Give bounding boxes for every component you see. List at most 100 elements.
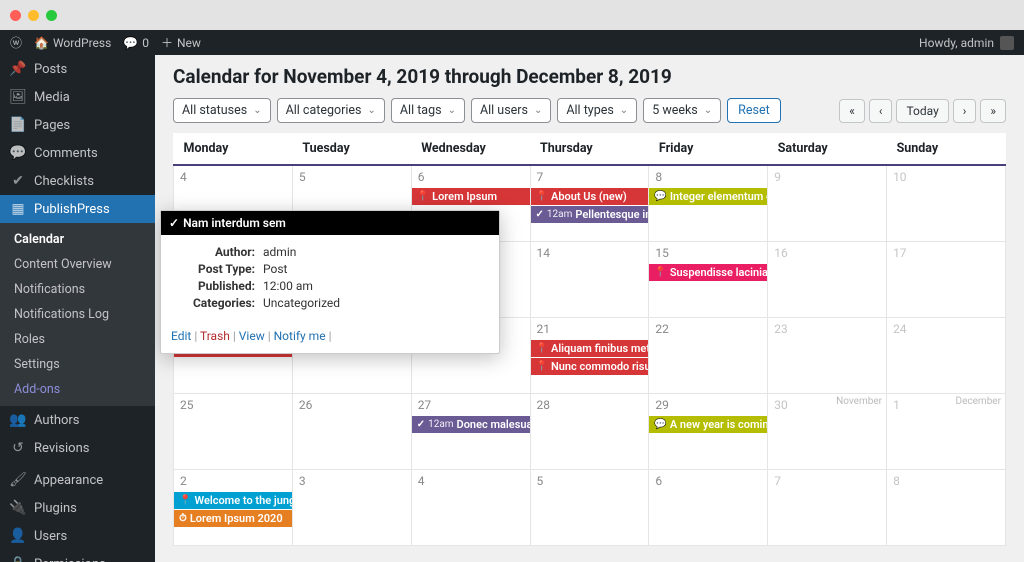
- calendar-cell[interactable]: 22: [649, 317, 768, 393]
- maximize-window-icon[interactable]: [46, 10, 57, 21]
- new-content-link[interactable]: ＋ New: [161, 34, 201, 51]
- calendar-cell[interactable]: 24: [887, 317, 1006, 393]
- calendar-cell[interactable]: 1December: [887, 393, 1006, 469]
- calendar-event[interactable]: 📍Aliquam finibus metus: [531, 340, 649, 357]
- calendar-event[interactable]: 📍Welcome to the jungle!: [174, 492, 292, 509]
- edit-link[interactable]: Edit: [171, 329, 191, 343]
- sidebar-item-media[interactable]: 🖼Media: [0, 83, 155, 111]
- sidebar-item-label: Plugins: [34, 501, 77, 516]
- sidebar-item-comments[interactable]: 💬Comments: [0, 139, 155, 167]
- calendar-event[interactable]: ⏱Lorem Ipsum 2020: [174, 510, 292, 527]
- calendar-event[interactable]: 📍About Us (new): [531, 188, 649, 205]
- calendar-cell[interactable]: 5: [530, 469, 649, 545]
- browser-chrome: [0, 0, 1024, 30]
- calendar-cell[interactable]: 26: [292, 393, 411, 469]
- site-link[interactable]: 🏠 WordPress: [34, 36, 111, 50]
- calendar-cell[interactable]: 15📍Suspendisse lacinia enim: [649, 241, 768, 317]
- calendar-event[interactable]: 📍Nunc commodo risus c...: [531, 358, 649, 375]
- calendar-cell[interactable]: 10: [887, 165, 1006, 241]
- avatar-icon: [1000, 36, 1014, 50]
- event-icon: 💬: [654, 191, 666, 202]
- calendar-cell[interactable]: 30November: [768, 393, 887, 469]
- sidebar-item-publishpress[interactable]: ▦ PublishPress: [0, 195, 155, 223]
- submenu-add-ons[interactable]: Add-ons: [0, 377, 155, 402]
- event-icon: ✓: [417, 419, 425, 430]
- menu-icon: 🔒: [10, 556, 26, 562]
- wp-logo-icon[interactable]: ⓦ: [10, 34, 22, 51]
- sidebar-item-authors[interactable]: 👥Authors: [0, 406, 155, 434]
- submenu-settings[interactable]: Settings: [0, 352, 155, 377]
- sidebar-item-plugins[interactable]: 🔌Plugins: [0, 494, 155, 522]
- calendar-event[interactable]: 💬A new year is coming!: [649, 416, 767, 433]
- day-number: 5: [293, 166, 411, 188]
- calendar-event[interactable]: ✓12amDonec malesuada: [412, 416, 530, 433]
- calendar-cell[interactable]: 23: [768, 317, 887, 393]
- popup-field-label: Published:: [175, 279, 255, 293]
- calendar-event[interactable]: 📍Lorem Ipsum: [412, 188, 530, 205]
- publishpress-icon: ▦: [10, 201, 26, 217]
- calendar-cell[interactable]: 14: [530, 241, 649, 317]
- sidebar-item-users[interactable]: 👤Users: [0, 522, 155, 550]
- event-icon: 📍: [417, 191, 429, 202]
- sidebar-item-checklists[interactable]: ✔Checklists: [0, 167, 155, 195]
- filter-statuses[interactable]: All statuses⌄: [173, 98, 271, 123]
- calendar-cell[interactable]: 2📍Welcome to the jungle!⏱Lorem Ipsum 202…: [174, 469, 293, 545]
- nav-prev-button[interactable]: ‹: [869, 99, 893, 123]
- calendar-cell[interactable]: 7: [768, 469, 887, 545]
- minimize-window-icon[interactable]: [28, 10, 39, 21]
- nav-last-button[interactable]: »: [980, 99, 1006, 123]
- calendar-cell[interactable]: 28: [530, 393, 649, 469]
- sidebar-item-appearance[interactable]: 🖌Appearance: [0, 466, 155, 494]
- calendar-cell[interactable]: 9: [768, 165, 887, 241]
- calendar-cell[interactable]: 7📍About Us (new)✓12amPellentesque in a..…: [530, 165, 649, 241]
- sidebar-item-posts[interactable]: 📌Posts: [0, 55, 155, 83]
- calendar-cell[interactable]: 17: [887, 241, 1006, 317]
- nav-today-button[interactable]: Today: [896, 99, 948, 123]
- trash-link[interactable]: Trash: [200, 329, 230, 343]
- calendar-cell[interactable]: 16: [768, 241, 887, 317]
- day-number: 3: [293, 470, 411, 492]
- submenu-calendar[interactable]: Calendar: [0, 227, 155, 252]
- sidebar-item-permissions[interactable]: 🔒Permissions: [0, 550, 155, 562]
- day-number: 25: [174, 394, 292, 416]
- calendar-cell[interactable]: 25: [174, 393, 293, 469]
- sidebar-item-pages[interactable]: 📄 Pages: [0, 111, 155, 139]
- submenu-roles[interactable]: Roles: [0, 327, 155, 352]
- notify-link[interactable]: Notify me: [274, 329, 326, 343]
- submenu-notifications[interactable]: Notifications: [0, 277, 155, 302]
- reset-button[interactable]: Reset: [727, 98, 781, 123]
- nav-next-button[interactable]: ›: [953, 99, 977, 123]
- calendar-cell[interactable]: 4: [411, 469, 530, 545]
- filter-types[interactable]: All types⌄: [557, 98, 637, 123]
- calendar-cell[interactable]: 27✓12amDonec malesuada: [411, 393, 530, 469]
- event-title: Suspendisse lacinia enim: [670, 266, 767, 279]
- nav-first-button[interactable]: «: [839, 99, 865, 123]
- event-title: Nunc commodo risus c...: [551, 360, 648, 373]
- calendar-event[interactable]: 💬Integer elementum ele...: [649, 188, 767, 205]
- sidebar-item-revisions[interactable]: ↺Revisions: [0, 434, 155, 462]
- calendar-cell[interactable]: 21📍Aliquam finibus metus📍Nunc commodo ri…: [530, 317, 649, 393]
- popup-field-label: Author:: [175, 245, 255, 259]
- filter-categories[interactable]: All categories⌄: [277, 98, 385, 123]
- calendar-cell[interactable]: 8: [887, 469, 1006, 545]
- filter-tags[interactable]: All tags⌄: [391, 98, 465, 123]
- event-title: Aliquam finibus metus: [551, 342, 648, 355]
- sidebar-item-label: Posts: [34, 62, 67, 77]
- filter-weeks[interactable]: 5 weeks⌄: [643, 98, 721, 123]
- comments-link[interactable]: 💬 0: [123, 36, 149, 50]
- submenu-notifications-log[interactable]: Notifications Log: [0, 302, 155, 327]
- filter-users[interactable]: All users⌄: [471, 98, 551, 123]
- calendar-cell[interactable]: 29💬A new year is coming!: [649, 393, 768, 469]
- submenu-content-overview[interactable]: Content Overview: [0, 252, 155, 277]
- menu-icon: 📄: [10, 117, 26, 133]
- calendar-event[interactable]: ✓12amPellentesque in a...: [531, 206, 649, 223]
- howdy-link[interactable]: Howdy, admin: [919, 36, 1014, 50]
- calendar-cell[interactable]: 8💬Integer elementum ele...: [649, 165, 768, 241]
- calendar-cell[interactable]: 3: [292, 469, 411, 545]
- calendar-cell[interactable]: 6: [649, 469, 768, 545]
- view-link[interactable]: View: [239, 329, 265, 343]
- close-window-icon[interactable]: [10, 10, 21, 21]
- calendar-event[interactable]: 📍Suspendisse lacinia enim: [649, 264, 767, 281]
- sidebar-item-label: Pages: [34, 118, 70, 133]
- day-number: 6: [412, 166, 530, 188]
